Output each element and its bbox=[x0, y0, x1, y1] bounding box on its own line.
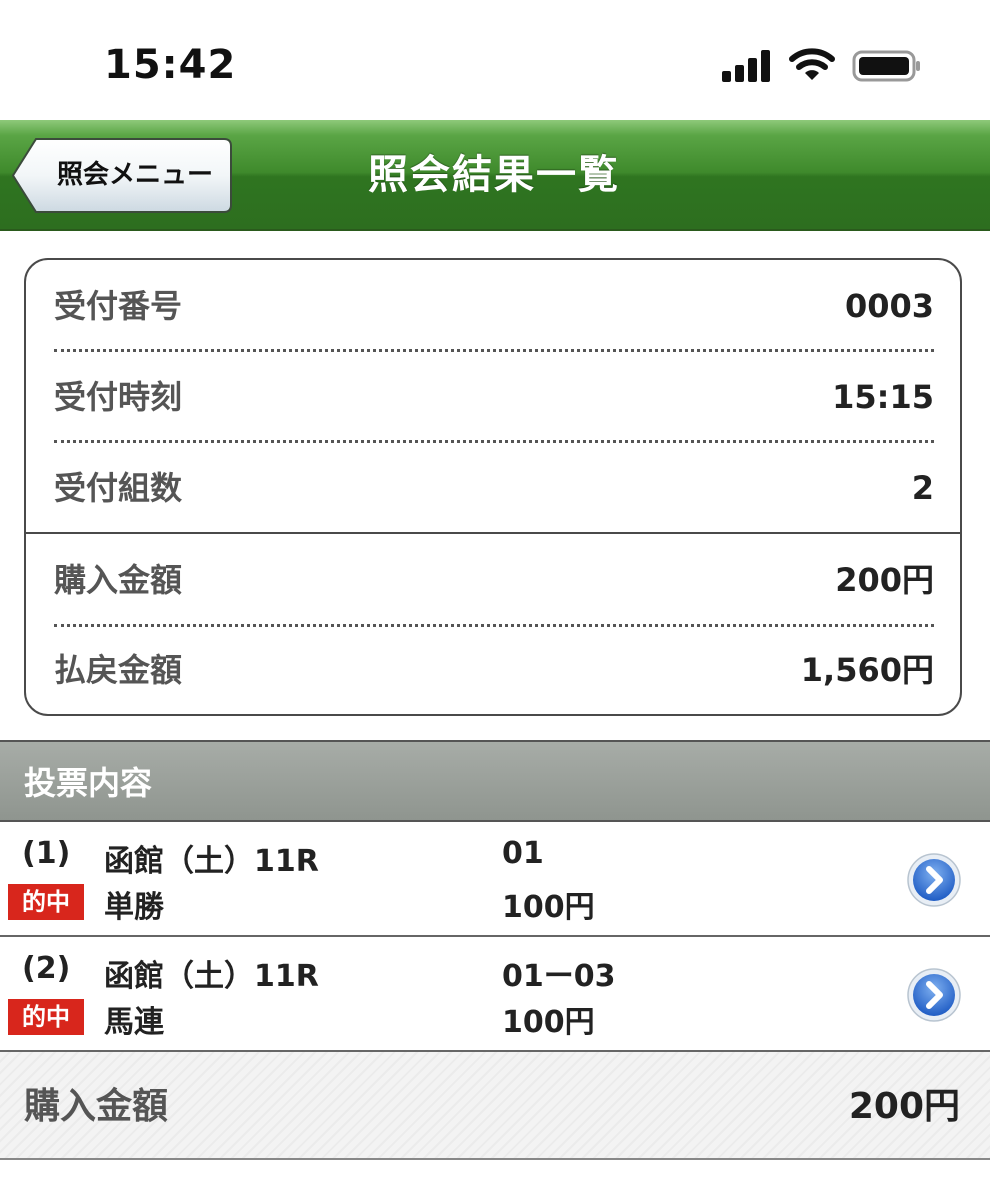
bet-amount: 100円 bbox=[502, 1005, 595, 1040]
status-time: 15:42 bbox=[104, 42, 237, 88]
total-bar: 購入金額 200円 bbox=[0, 1050, 990, 1160]
info-value: 15:15 bbox=[832, 378, 934, 416]
info-label: 受付番号 bbox=[54, 287, 183, 325]
info-label: 受付時刻 bbox=[54, 378, 183, 416]
section-title: 投票内容 bbox=[24, 764, 153, 802]
info-row-receipt-count: 受付組数 2 bbox=[26, 442, 960, 534]
info-label: 受付組数 bbox=[54, 469, 183, 507]
nav-bar: 照会結果一覧 照会メニュー bbox=[0, 120, 990, 231]
status-bar: 15:42 bbox=[0, 0, 990, 120]
info-row-payout-amount: 払戻金額 1,560円 bbox=[26, 624, 960, 716]
bet-race: 函館（土）11R bbox=[104, 959, 319, 994]
bet-number: (2) bbox=[22, 951, 71, 986]
chevron-right-icon[interactable] bbox=[906, 852, 962, 908]
receipt-info-card: 受付番号 0003 受付時刻 15:15 受付組数 2 購入金額 200円 払戻… bbox=[24, 258, 962, 716]
hit-badge: 的中 bbox=[8, 999, 84, 1035]
section-header: 投票内容 bbox=[0, 740, 990, 822]
info-label: 購入金額 bbox=[54, 561, 183, 599]
bet-combination: 01ー03 bbox=[502, 959, 616, 994]
wifi-icon bbox=[788, 46, 836, 82]
bet-type: 馬連 bbox=[104, 1005, 164, 1040]
info-value: 2 bbox=[911, 469, 934, 507]
signal-icon bbox=[722, 50, 772, 82]
battery-icon bbox=[852, 50, 922, 82]
total-label: 購入金額 bbox=[24, 1086, 169, 1127]
back-button[interactable]: 照会メニュー bbox=[12, 138, 232, 213]
bet-amount: 100円 bbox=[502, 890, 595, 925]
bet-type: 単勝 bbox=[104, 890, 164, 925]
bet-race: 函館（土）11R bbox=[104, 844, 319, 879]
info-label: 払戻金額 bbox=[54, 651, 183, 689]
hit-badge: 的中 bbox=[8, 884, 84, 920]
info-row-purchase-amount: 購入金額 200円 bbox=[26, 534, 960, 626]
chevron-right-icon[interactable] bbox=[906, 967, 962, 1023]
info-value: 200円 bbox=[835, 561, 934, 599]
back-button-label: 照会メニュー bbox=[56, 160, 213, 190]
bet-number: (1) bbox=[22, 836, 71, 871]
bet-row[interactable]: (2) 函館（土）11R 01ー03 的中 馬連 100円 bbox=[0, 937, 990, 1051]
info-row-receipt-number: 受付番号 0003 bbox=[26, 260, 960, 352]
info-value: 0003 bbox=[844, 287, 934, 325]
total-value: 200円 bbox=[848, 1086, 960, 1127]
info-value: 1,560円 bbox=[800, 651, 934, 689]
bet-row[interactable]: (1) 函館（土）11R 01 的中 単勝 100円 bbox=[0, 822, 990, 936]
bet-combination: 01 bbox=[502, 836, 544, 871]
info-row-receipt-time: 受付時刻 15:15 bbox=[26, 351, 960, 443]
